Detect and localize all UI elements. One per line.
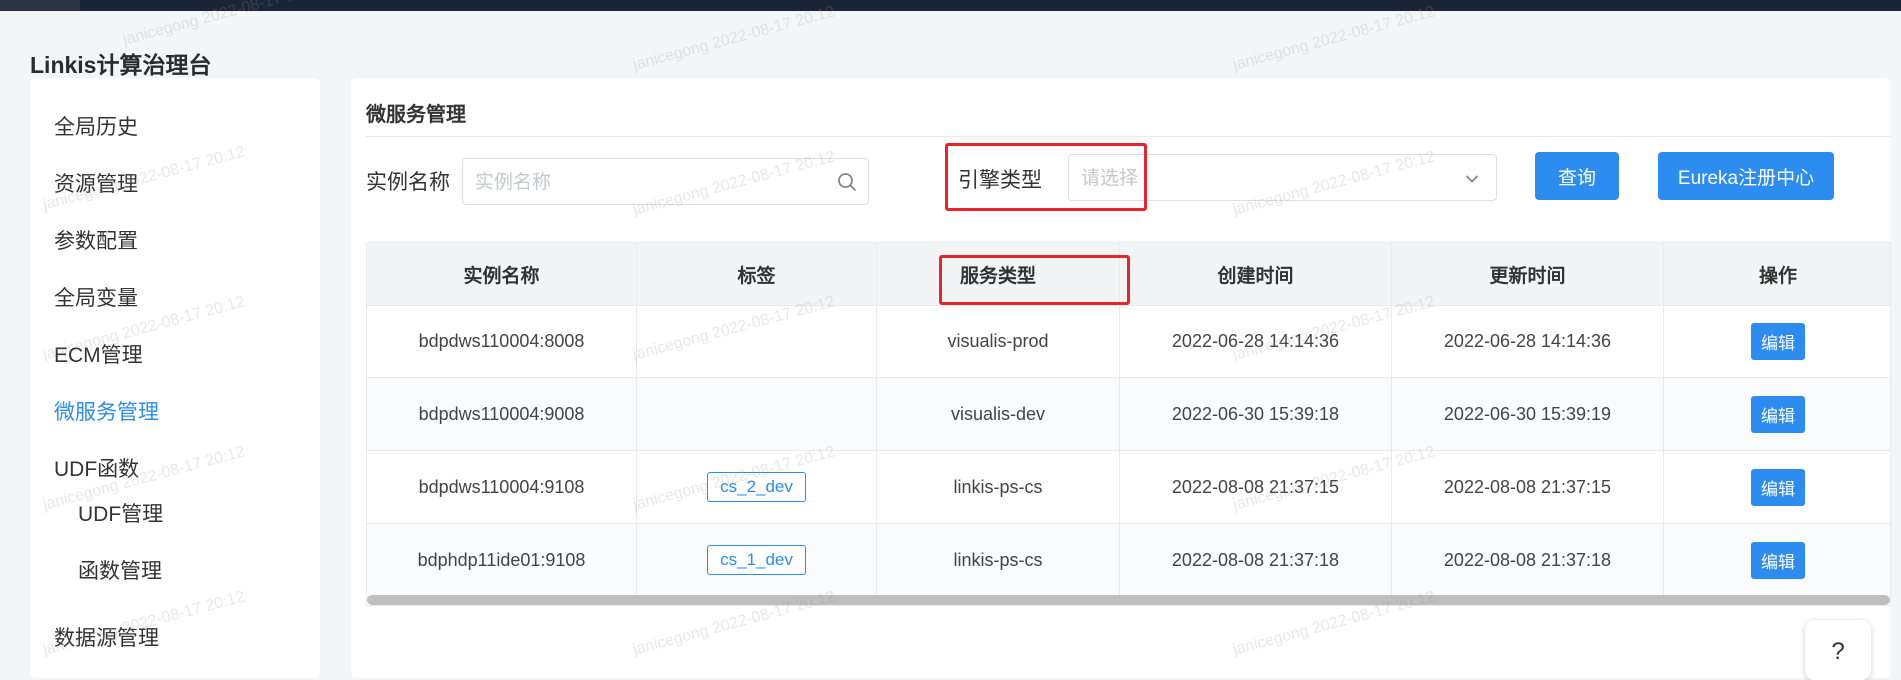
sidebar-item-udf-functions[interactable]: UDF函数 xyxy=(54,453,139,483)
cell-action: 编辑 xyxy=(1664,378,1890,450)
help-button[interactable]: ? xyxy=(1805,620,1871,680)
cell-created-time: 2022-08-08 21:37:15 xyxy=(1120,451,1392,523)
main-panel: 微服务管理 实例名称 引擎类型 查询 Eureka注册中心 实例名称 标签 服务… xyxy=(351,78,1891,678)
column-header-created-time: 创建时间 xyxy=(1120,243,1392,305)
sidebar-item-datasource-management[interactable]: 数据源管理 xyxy=(54,622,159,652)
column-header-service-type: 服务类型 xyxy=(877,243,1120,305)
watermark: janicegong 2022-08-17 20:12 xyxy=(631,3,837,74)
cell-updated-time: 2022-06-30 15:39:19 xyxy=(1392,378,1664,450)
engine-type-label: 引擎类型 xyxy=(958,169,1042,192)
sidebar-item-ecm-management[interactable]: ECM管理 xyxy=(54,339,143,369)
cell-created-time: 2022-06-28 14:14:36 xyxy=(1120,305,1392,377)
query-button[interactable]: 查询 xyxy=(1535,152,1619,200)
table-header: 实例名称 标签 服务类型 创建时间 更新时间 操作 xyxy=(367,243,1890,306)
edit-button[interactable]: 编辑 xyxy=(1751,395,1805,433)
cell-service-type: linkis-ps-cs xyxy=(877,451,1120,523)
sidebar-item-function-management[interactable]: 函数管理 xyxy=(78,555,162,585)
cell-service-type: linkis-ps-cs xyxy=(877,524,1120,596)
cell-tag: cs_1_dev xyxy=(637,524,877,596)
cell-tag xyxy=(637,378,877,450)
cell-action: 编辑 xyxy=(1664,524,1890,596)
sidebar-item-resource-management[interactable]: 资源管理 xyxy=(54,168,138,198)
title-divider xyxy=(366,136,1891,137)
table-row: bdpdws110004:8008 visualis-prod 2022-06-… xyxy=(367,305,1890,378)
cell-action: 编辑 xyxy=(1664,451,1890,523)
instance-name-field[interactable] xyxy=(462,158,869,206)
cell-service-type: visualis-dev xyxy=(877,378,1120,450)
column-header-instance: 实例名称 xyxy=(367,243,637,305)
column-header-action: 操作 xyxy=(1758,265,1797,287)
edit-button[interactable]: 编辑 xyxy=(1751,322,1805,360)
chevron-down-icon[interactable] xyxy=(1464,171,1480,187)
sidebar-item-udf-management[interactable]: UDF管理 xyxy=(78,498,163,528)
engine-type-select-value[interactable] xyxy=(1079,155,1425,202)
cell-updated-time: 2022-06-28 14:14:36 xyxy=(1392,305,1664,377)
app-title: Linkis计算治理台 xyxy=(30,52,212,78)
microservice-table: 实例名称 标签 服务类型 创建时间 更新时间 操作 bdpdws110004:8… xyxy=(366,242,1891,606)
top-bar-logo-area xyxy=(0,0,80,11)
cell-service-type: visualis-prod xyxy=(877,305,1120,377)
top-bar xyxy=(0,0,1901,11)
tag-badge[interactable]: cs_1_dev xyxy=(707,545,806,575)
cell-updated-time: 2022-08-08 21:37:18 xyxy=(1392,524,1664,596)
column-header-tag: 标签 xyxy=(637,243,877,305)
watermark: janicegong 2022-08-17 20:12 xyxy=(1231,3,1437,74)
column-header-updated-time: 更新时间 xyxy=(1392,243,1664,305)
instance-name-input[interactable] xyxy=(473,159,801,206)
edit-button[interactable]: 编辑 xyxy=(1751,541,1805,579)
cell-updated-time: 2022-08-08 21:37:15 xyxy=(1392,451,1664,523)
sidebar-item-global-variables[interactable]: 全局变量 xyxy=(54,282,138,312)
horizontal-scrollbar[interactable] xyxy=(367,595,1890,605)
edit-button[interactable]: 编辑 xyxy=(1751,468,1805,506)
tag-badge[interactable]: cs_2_dev xyxy=(707,472,806,502)
sidebar-item-parameter-config[interactable]: 参数配置 xyxy=(54,225,138,255)
eureka-registry-button[interactable]: Eureka注册中心 xyxy=(1658,152,1834,200)
engine-type-select[interactable] xyxy=(1068,154,1497,202)
search-icon[interactable] xyxy=(837,172,857,192)
page-title: 微服务管理 xyxy=(366,104,466,126)
sidebar: 全局历史 资源管理 参数配置 全局变量 ECM管理 微服务管理 UDF函数 UD… xyxy=(30,78,320,678)
cell-tag xyxy=(637,305,877,377)
cell-instance: bdpdws110004:8008 xyxy=(367,305,637,377)
cell-action: 编辑 xyxy=(1664,305,1890,377)
cell-created-time: 2022-06-30 15:39:18 xyxy=(1120,378,1392,450)
instance-name-label: 实例名称 xyxy=(366,171,450,194)
cell-instance: bdpdws110004:9108 xyxy=(367,451,637,523)
table-row: bdpdws110004:9108 cs_2_dev linkis-ps-cs … xyxy=(367,451,1890,524)
cell-tag: cs_2_dev xyxy=(637,451,877,523)
cell-created-time: 2022-08-08 21:37:18 xyxy=(1120,524,1392,596)
cell-instance: bdphdp11ide01:9108 xyxy=(367,524,637,596)
sidebar-item-microservice-management[interactable]: 微服务管理 xyxy=(54,396,159,426)
cell-instance: bdpdws110004:9008 xyxy=(367,378,637,450)
table-row: bdpdws110004:9008 visualis-dev 2022-06-3… xyxy=(367,378,1890,451)
sidebar-item-global-history[interactable]: 全局历史 xyxy=(54,111,138,141)
table-row: bdphdp11ide01:9108 cs_1_dev linkis-ps-cs… xyxy=(367,524,1890,597)
